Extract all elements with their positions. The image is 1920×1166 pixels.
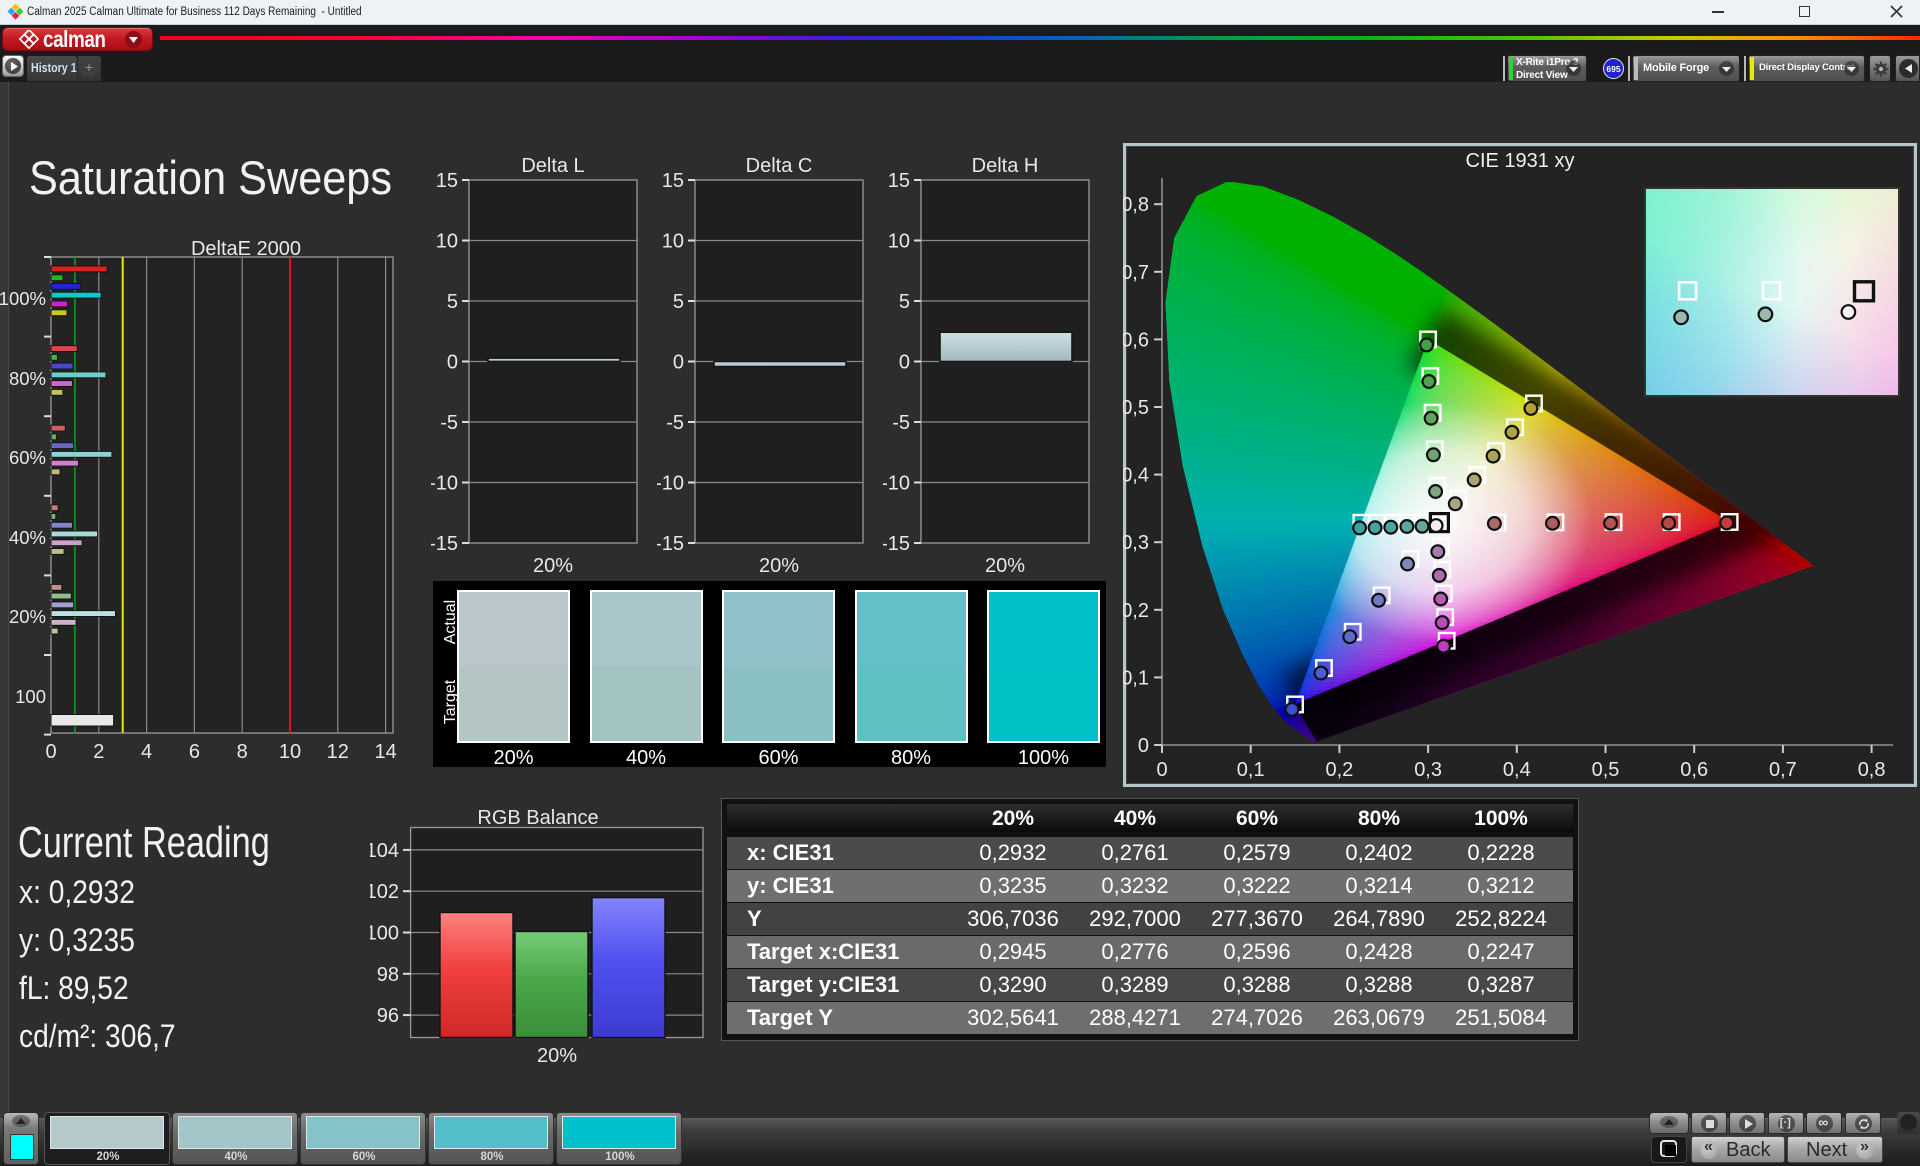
svg-text:100%: 100%: [0, 288, 46, 309]
svg-text:0,8: 0,8: [1123, 194, 1149, 216]
svg-text:20%: 20%: [985, 555, 1025, 577]
svg-text:10: 10: [436, 231, 458, 253]
svg-text:0: 0: [673, 352, 684, 374]
svg-text:5: 5: [447, 291, 458, 313]
svg-text:100: 100: [370, 923, 399, 945]
svg-text:5: 5: [899, 291, 910, 313]
svg-text:-10: -10: [431, 473, 458, 495]
svg-text:-5: -5: [666, 412, 684, 434]
svg-text:0: 0: [45, 741, 56, 763]
svg-text:10: 10: [279, 741, 301, 763]
svg-text:Delta L: Delta L: [521, 155, 584, 177]
svg-text:-5: -5: [892, 412, 910, 434]
svg-text:0,1: 0,1: [1237, 759, 1265, 781]
svg-text:0,3: 0,3: [1123, 532, 1149, 554]
svg-text:-5: -5: [440, 412, 458, 434]
svg-text:20%: 20%: [759, 555, 799, 577]
svg-text:10: 10: [662, 231, 684, 253]
svg-text:0: 0: [899, 352, 910, 374]
svg-text:104: 104: [370, 840, 399, 862]
svg-text:40%: 40%: [9, 527, 46, 548]
svg-text:Delta H: Delta H: [972, 155, 1039, 177]
svg-text:0,6: 0,6: [1680, 759, 1708, 781]
svg-text:0,7: 0,7: [1123, 262, 1149, 284]
svg-text:14: 14: [374, 741, 396, 763]
svg-text:12: 12: [327, 741, 349, 763]
svg-text:5: 5: [673, 291, 684, 313]
svg-text:-15: -15: [883, 533, 910, 555]
svg-text:15: 15: [662, 170, 684, 192]
svg-text:96: 96: [377, 1005, 399, 1027]
svg-text:10: 10: [888, 231, 910, 253]
svg-text:100: 100: [15, 686, 46, 707]
svg-text:0,8: 0,8: [1858, 759, 1886, 781]
svg-text:0: 0: [1138, 735, 1149, 757]
svg-text:98: 98: [377, 964, 399, 986]
svg-text:0,4: 0,4: [1503, 759, 1531, 781]
svg-text:-10: -10: [883, 473, 910, 495]
svg-text:4: 4: [141, 741, 152, 763]
svg-text:0,5: 0,5: [1123, 397, 1149, 419]
svg-text:2: 2: [93, 741, 104, 763]
svg-text:0,1: 0,1: [1123, 667, 1149, 689]
svg-text:0,2: 0,2: [1325, 759, 1353, 781]
svg-text:0,6: 0,6: [1123, 329, 1149, 351]
svg-text:0,5: 0,5: [1592, 759, 1620, 781]
svg-text:20%: 20%: [537, 1045, 577, 1066]
svg-text:0,3: 0,3: [1414, 759, 1442, 781]
svg-text:-10: -10: [657, 473, 684, 495]
svg-text:20%: 20%: [9, 606, 46, 627]
svg-text:0: 0: [447, 352, 458, 374]
svg-text:0,4: 0,4: [1123, 465, 1149, 487]
svg-text:RGB Balance: RGB Balance: [477, 807, 598, 829]
svg-text:102: 102: [370, 881, 399, 903]
svg-text:6: 6: [189, 741, 200, 763]
svg-text:0,7: 0,7: [1769, 759, 1797, 781]
svg-text:Delta C: Delta C: [746, 155, 813, 177]
svg-text:0: 0: [1156, 759, 1167, 781]
svg-text:20%: 20%: [533, 555, 573, 577]
svg-text:15: 15: [888, 170, 910, 192]
svg-text:15: 15: [436, 170, 458, 192]
svg-text:60%: 60%: [9, 447, 46, 468]
svg-text:80%: 80%: [9, 368, 46, 389]
svg-text:0,2: 0,2: [1123, 600, 1149, 622]
svg-text:8: 8: [237, 741, 248, 763]
svg-text:-15: -15: [657, 533, 684, 555]
svg-text:-15: -15: [431, 533, 458, 555]
